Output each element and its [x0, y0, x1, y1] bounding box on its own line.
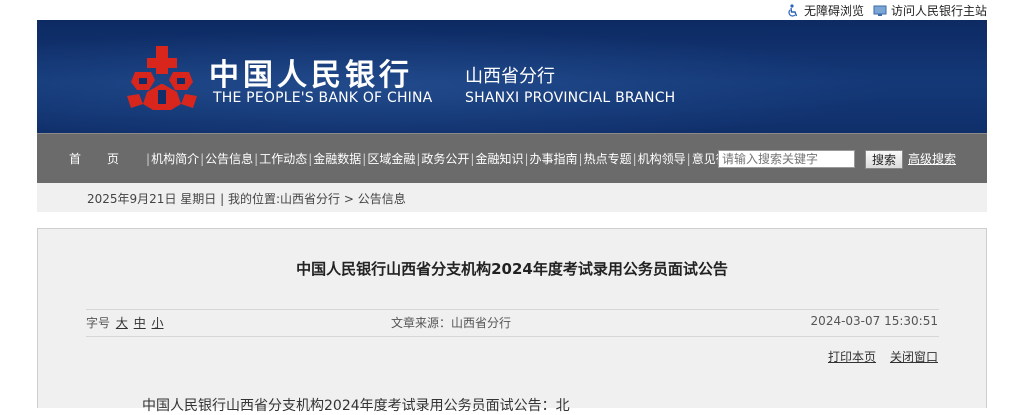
- print-page-link[interactable]: 打印本页: [828, 348, 876, 365]
- nav-item-government-affairs[interactable]: 政务公开: [421, 150, 469, 167]
- article-body: 中国人民银行山西省分支机构2024年度考试录用公务员面试公告：北: [142, 398, 570, 414]
- breadcrumb-bar: 2025年9月21日 星期日 | 我的位置:山西省分行 > 公告信息: [37, 183, 987, 212]
- pboc-logo-icon: [125, 44, 199, 114]
- bank-name-cn: 中国人民银行: [209, 58, 413, 93]
- current-date: 2025年9月21日 星期日: [87, 192, 217, 206]
- nav-item-hot-topics[interactable]: 热点专题: [584, 150, 632, 167]
- bank-name-en: THE PEOPLE'S BANK OF CHINA: [213, 90, 433, 106]
- nav-item-about[interactable]: 机构简介: [151, 150, 199, 167]
- branch-name-cn: 山西省分行: [465, 66, 555, 87]
- nav-item-leadership[interactable]: 机构领导: [638, 150, 686, 167]
- site-banner: 中国人民银行 山西省分行 THE PEOPLE'S BANK OF CHINA …: [37, 20, 987, 133]
- visit-main-site-link[interactable]: 访问人民银行主站: [873, 2, 987, 19]
- article-panel: 中国人民银行山西省分支机构2024年度考试录用公务员面试公告 字号 大 中 小 …: [37, 228, 987, 414]
- nav-item-financial-knowledge[interactable]: 金融知识: [475, 150, 523, 167]
- nav-item-service-guide[interactable]: 办事指南: [530, 150, 578, 167]
- font-size-controls: 字号 大 中 小: [86, 314, 164, 331]
- article-actions: 打印本页 关闭窗口: [828, 348, 938, 365]
- font-size-medium[interactable]: 中: [134, 316, 146, 330]
- breadcrumb-item-branch[interactable]: 山西省分行: [280, 192, 340, 206]
- accessibility-link[interactable]: 无障碍浏览: [786, 2, 864, 19]
- location-label: 我的位置:: [227, 192, 281, 206]
- font-size-small[interactable]: 小: [152, 316, 164, 330]
- monitor-icon: [873, 4, 887, 18]
- font-size-label: 字号: [86, 316, 111, 330]
- nav-item-financial-data[interactable]: 金融数据: [313, 150, 361, 167]
- nav-item-regional-finance[interactable]: 区域金融: [367, 150, 415, 167]
- nav-item-announcements[interactable]: 公告信息: [205, 150, 253, 167]
- article-source: 文章来源：山西省分行: [391, 316, 512, 330]
- visit-main-site-label: 访问人民银行主站: [891, 4, 988, 18]
- main-nav: 首页 | 机构简介 | 公告信息 | 工作动态 | 金融数据 | 区域金融 | …: [37, 133, 987, 183]
- accessibility-label: 无障碍浏览: [804, 4, 865, 18]
- breadcrumb: 2025年9月21日 星期日 | 我的位置:山西省分行 > 公告信息: [87, 192, 406, 206]
- wheelchair-icon: [786, 3, 800, 18]
- advanced-search-link[interactable]: 高级搜索: [908, 150, 956, 167]
- article-date: 2024-03-07 15:30:51: [810, 314, 938, 328]
- divider: [86, 336, 939, 337]
- search-button[interactable]: 搜索: [865, 150, 903, 169]
- branch-name-en: SHANXI PROVINCIAL BRANCH: [465, 90, 676, 106]
- nav-item-home[interactable]: 首页: [69, 150, 145, 167]
- nav-menu: 首页 | 机构简介 | 公告信息 | 工作动态 | 金融数据 | 区域金融 | …: [69, 150, 740, 167]
- search-input[interactable]: [718, 150, 855, 168]
- breadcrumb-item-announcements[interactable]: 公告信息: [358, 192, 406, 206]
- top-utility-bar: 无障碍浏览 访问人民银行主站: [0, 0, 1024, 20]
- nav-item-news[interactable]: 工作动态: [259, 150, 307, 167]
- close-window-link[interactable]: 关闭窗口: [890, 348, 938, 365]
- article-title: 中国人民银行山西省分支机构2024年度考试录用公务员面试公告: [296, 260, 728, 278]
- divider: [86, 309, 939, 310]
- font-size-large[interactable]: 大: [116, 316, 128, 330]
